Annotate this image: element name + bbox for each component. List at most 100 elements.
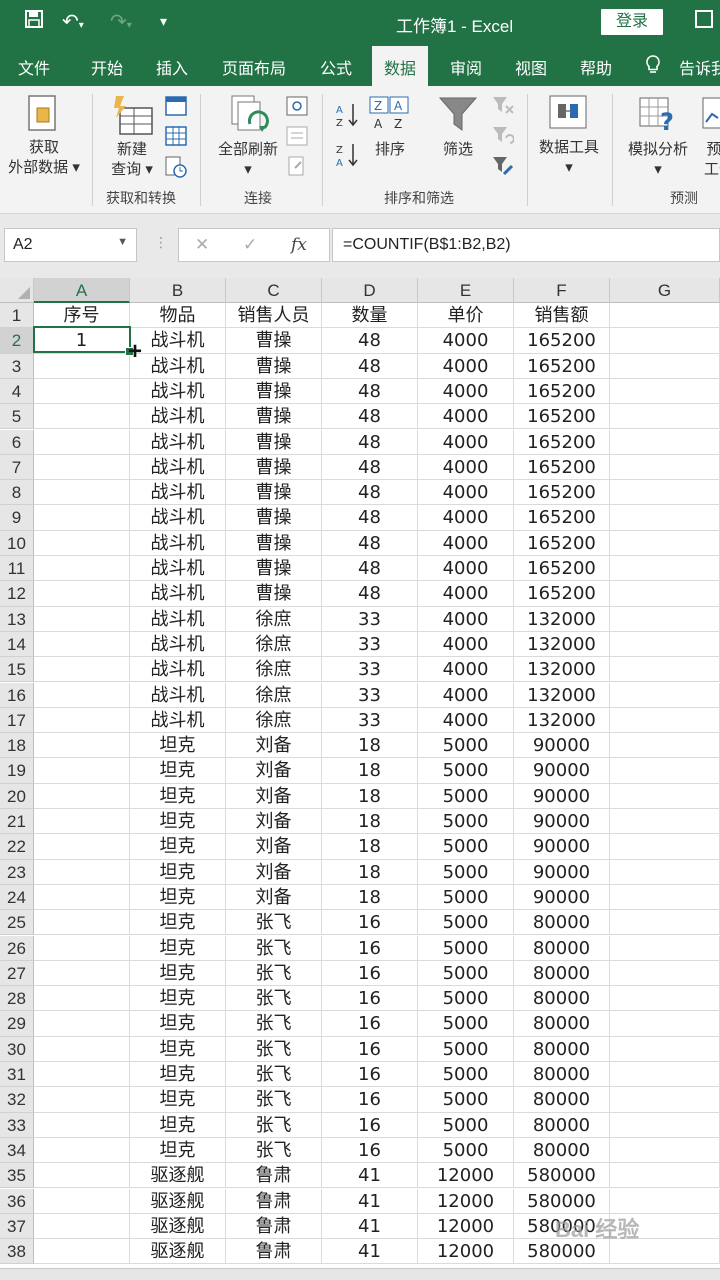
row-header[interactable]: 23 (0, 859, 34, 885)
cell[interactable]: 4000 (418, 328, 514, 354)
cell[interactable]: 90000 (514, 733, 610, 759)
cell[interactable]: 5000 (418, 783, 514, 809)
cell[interactable]: 132000 (514, 657, 610, 683)
cell[interactable]: 鲁肃 (226, 1163, 322, 1189)
properties-icon[interactable] (286, 126, 308, 151)
tab-insert[interactable]: 插入 (156, 55, 188, 79)
cell[interactable]: 16 (322, 910, 418, 936)
show-queries-icon[interactable] (165, 96, 187, 121)
cell[interactable] (610, 1188, 720, 1214)
cell[interactable]: 16 (322, 986, 418, 1012)
cell[interactable] (34, 682, 130, 708)
row-header[interactable]: 31 (0, 1062, 34, 1088)
cell[interactable]: 序号 (34, 303, 130, 329)
cell[interactable]: 5000 (418, 758, 514, 784)
row-header[interactable]: 33 (0, 1112, 34, 1138)
cell[interactable]: 5000 (418, 935, 514, 961)
cell[interactable]: 4000 (418, 505, 514, 531)
what-if-analysis-button[interactable]: 模拟分析 ▾ (622, 140, 694, 180)
cell[interactable]: 41 (322, 1163, 418, 1189)
cell[interactable]: 徐庶 (226, 707, 322, 734)
cell[interactable]: 580000 (514, 1188, 610, 1214)
cell[interactable]: 4000 (418, 429, 514, 455)
row-header[interactable]: 3 (0, 353, 34, 379)
cell[interactable] (34, 429, 130, 455)
from-table-icon[interactable] (165, 126, 187, 151)
cell[interactable]: 5000 (418, 910, 514, 936)
cell[interactable] (610, 657, 720, 683)
cell[interactable]: 5000 (418, 809, 514, 835)
cell[interactable] (610, 303, 720, 329)
row-header[interactable]: 30 (0, 1036, 34, 1062)
cell[interactable] (34, 707, 130, 734)
cell[interactable] (34, 733, 130, 759)
cell[interactable]: 16 (322, 935, 418, 961)
cell[interactable] (34, 834, 130, 860)
cell[interactable]: 48 (322, 353, 418, 379)
column-header-d[interactable]: D (322, 278, 418, 303)
cell[interactable]: 张飞 (226, 1112, 322, 1138)
cell[interactable]: 战斗机 (130, 480, 226, 506)
cell[interactable]: 5000 (418, 834, 514, 860)
recent-sources-icon[interactable] (165, 156, 187, 183)
cell[interactable]: 165200 (514, 556, 610, 582)
cell[interactable]: 曹操 (226, 429, 322, 455)
cell[interactable]: 165200 (514, 530, 610, 556)
cell[interactable] (610, 1137, 720, 1164)
get-external-data-button[interactable]: 获取 外部数据 ▾ (6, 138, 82, 178)
cell[interactable] (610, 733, 720, 759)
row-header[interactable]: 13 (0, 606, 34, 632)
row-header[interactable]: 7 (0, 454, 34, 481)
cell[interactable] (34, 1062, 130, 1088)
tab-view[interactable]: 视图 (515, 55, 547, 79)
row-header[interactable]: 38 (0, 1239, 34, 1265)
cell[interactable] (34, 1112, 130, 1138)
cell[interactable]: 5000 (418, 859, 514, 885)
cell[interactable]: 坦克 (130, 834, 226, 860)
cell[interactable]: 48 (322, 505, 418, 531)
login-button[interactable]: 登录 (601, 9, 663, 35)
cell[interactable] (34, 480, 130, 506)
advanced-filter-icon[interactable] (492, 156, 514, 183)
cell[interactable] (610, 631, 720, 658)
cell[interactable] (610, 353, 720, 379)
cell[interactable]: 数量 (322, 303, 418, 329)
row-header[interactable]: 4 (0, 378, 34, 405)
row-header[interactable]: 17 (0, 707, 34, 734)
tab-review[interactable]: 审阅 (450, 55, 482, 79)
row-header[interactable]: 22 (0, 834, 34, 860)
cell[interactable] (610, 1087, 720, 1113)
cancel-icon[interactable]: ✕ (195, 235, 209, 255)
cell[interactable]: 48 (322, 404, 418, 430)
cell[interactable]: 165200 (514, 429, 610, 455)
cell[interactable] (34, 910, 130, 936)
cell[interactable]: 曹操 (226, 353, 322, 379)
cell[interactable]: 张飞 (226, 935, 322, 961)
cell[interactable]: 坦克 (130, 1087, 226, 1113)
cell[interactable]: 张飞 (226, 1011, 322, 1037)
cell[interactable]: 90000 (514, 783, 610, 809)
cell[interactable]: 坦克 (130, 1062, 226, 1088)
cell[interactable]: 坦克 (130, 1011, 226, 1037)
cell[interactable]: 鲁肃 (226, 1239, 322, 1265)
cell[interactable]: 坦克 (130, 884, 226, 911)
cell[interactable] (34, 859, 130, 885)
cell[interactable] (610, 505, 720, 531)
insert-function-icon[interactable]: fx (291, 235, 307, 255)
cell[interactable]: 坦克 (130, 809, 226, 835)
cell[interactable] (34, 1137, 130, 1164)
cell[interactable]: 580000 (514, 1163, 610, 1189)
row-header[interactable]: 19 (0, 758, 34, 784)
cell[interactable]: 48 (322, 429, 418, 455)
cell[interactable]: 单价 (418, 303, 514, 329)
cell[interactable]: 驱逐舰 (130, 1188, 226, 1214)
row-header[interactable]: 14 (0, 631, 34, 658)
cell[interactable] (610, 429, 720, 455)
cell[interactable] (34, 1163, 130, 1189)
row-header[interactable]: 11 (0, 556, 34, 582)
cell[interactable] (34, 1011, 130, 1037)
cell[interactable]: 驱逐舰 (130, 1213, 226, 1240)
cell[interactable] (610, 404, 720, 430)
worksheet-grid[interactable]: ABCDEFG 1 序号 物品 销售人员 数量 单价 销售额 2 1 战斗机 曹操 48 4000 165… (0, 278, 720, 1268)
cell[interactable]: 165200 (514, 454, 610, 481)
